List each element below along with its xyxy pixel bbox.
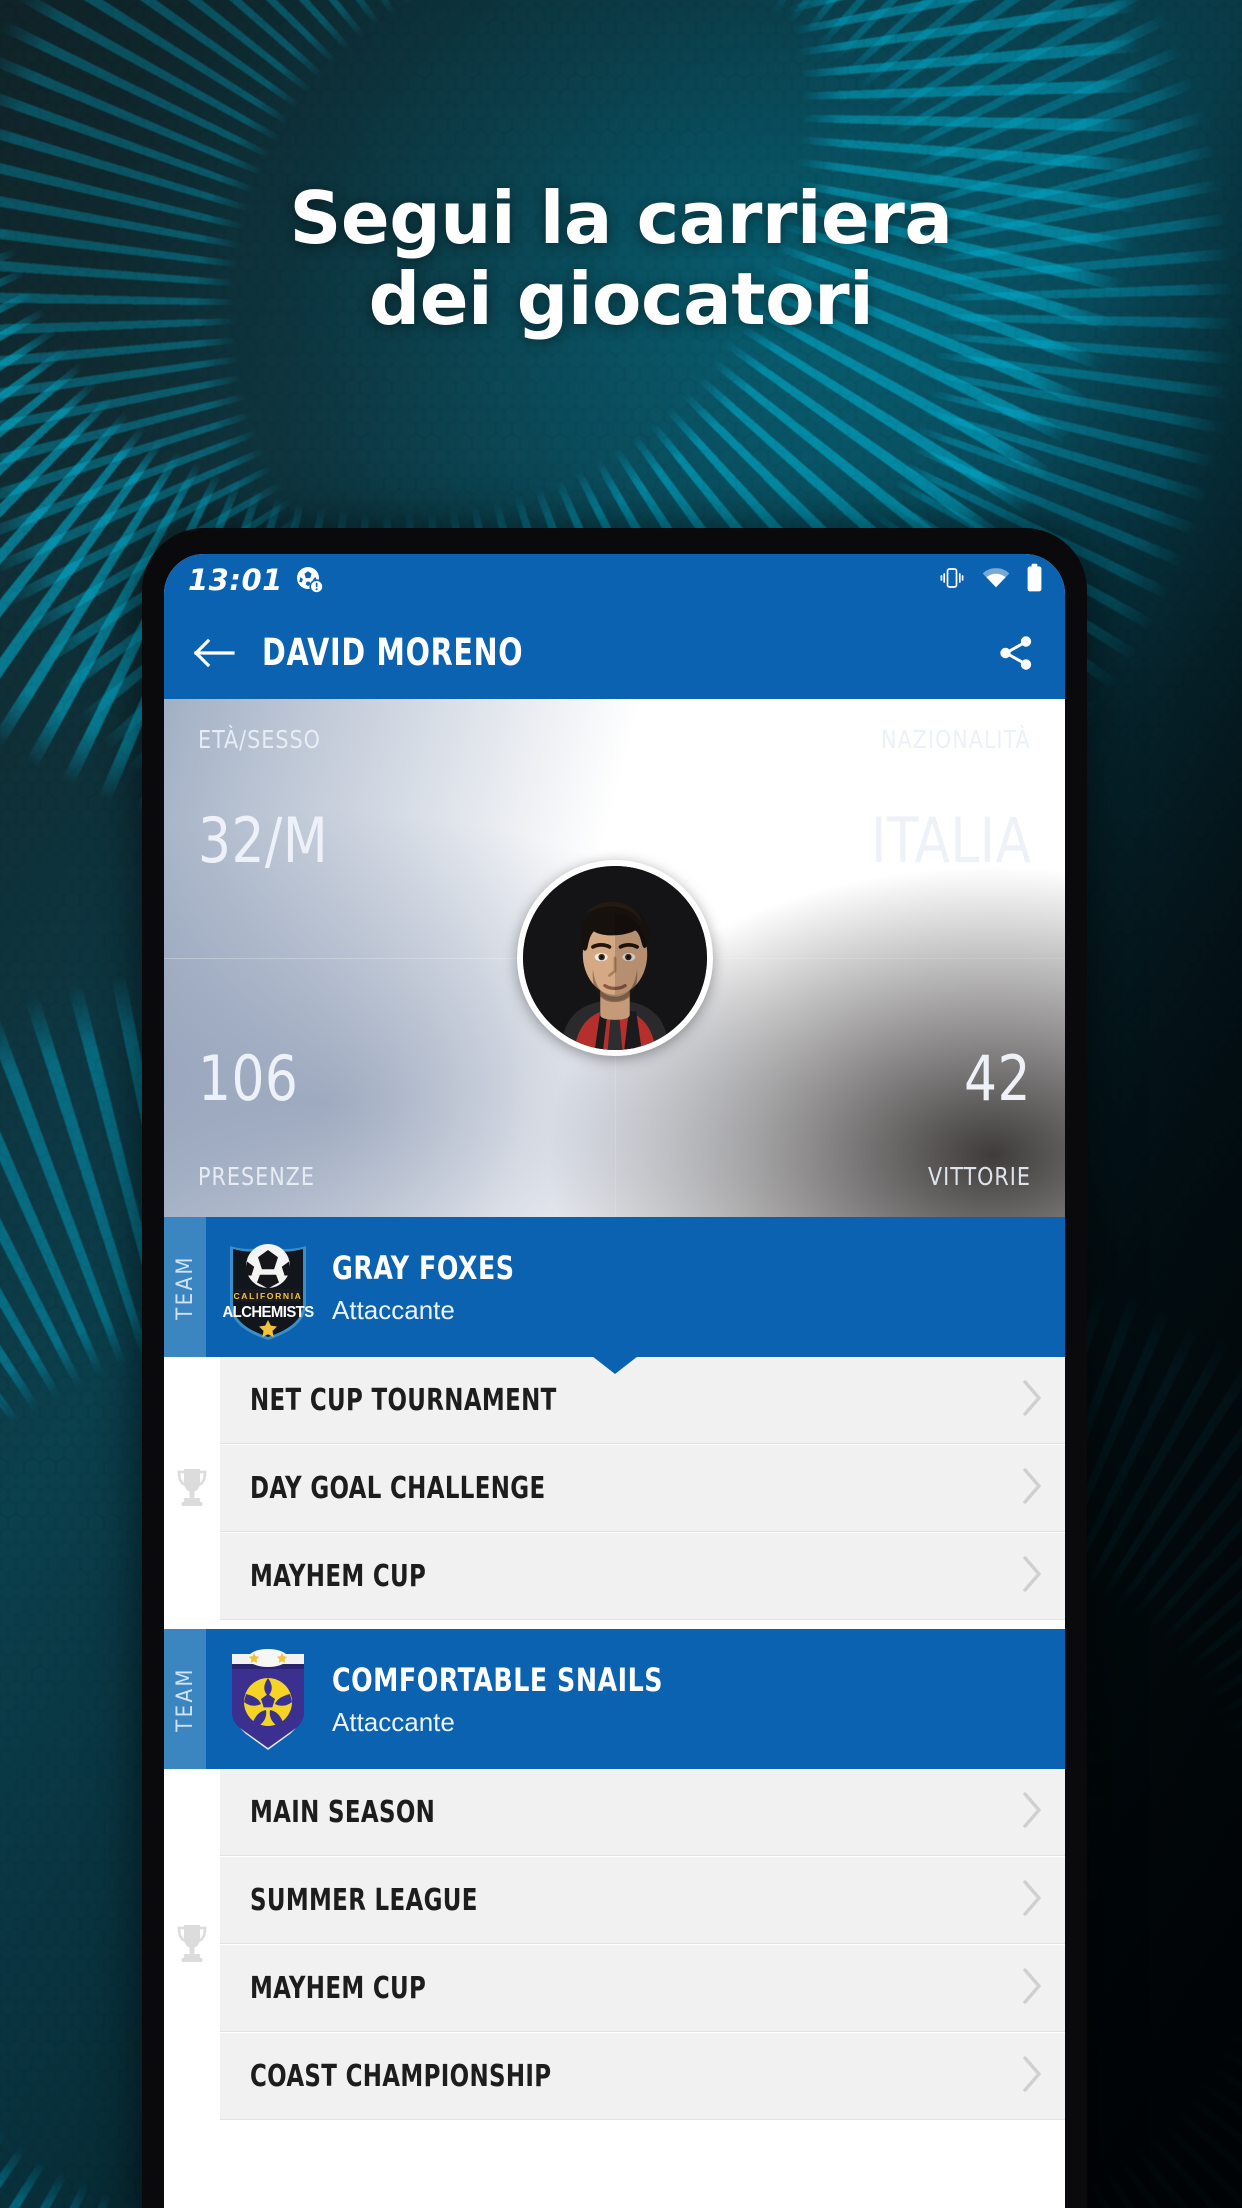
list-spacer-1 [164, 1621, 1065, 1629]
chevron-right-icon [1021, 2055, 1043, 2098]
tournament-rows-1: NET CUP TOURNAMENT DAY GOAL CHALLENGE MA… [220, 1357, 1065, 1621]
back-arrow-icon[interactable] [192, 631, 236, 675]
list-item[interactable]: DAY GOAL CHALLENGE [220, 1445, 1065, 1533]
stat-wins-value: 42 [964, 1042, 1031, 1115]
stat-appearances-value: 106 [198, 1042, 299, 1115]
status-bar: 13:01 [164, 554, 1065, 606]
headline-line-1: Segui la carriera [289, 176, 953, 260]
chevron-right-icon [1021, 1967, 1043, 2010]
team-strip-text-1: TEAM [172, 1254, 198, 1320]
stat-age-sex-label: ETÀ/SESSO [198, 725, 321, 754]
team-info-2: COMFORTABLE SNAILS Attaccante [332, 1629, 708, 1769]
status-bar-clock: 13:01 [188, 563, 283, 597]
list-item[interactable]: NET CUP TOURNAMENT [220, 1357, 1065, 1445]
trophy-gutter-2 [164, 1769, 220, 2121]
tournament-name: DAY GOAL CHALLENGE [250, 1471, 546, 1506]
vibrate-icon [938, 564, 966, 597]
trophy-icon [173, 1465, 211, 1514]
avatar[interactable] [516, 860, 713, 1056]
team-info-1: GRAY FOXES Attaccante [332, 1217, 539, 1357]
list-item[interactable]: COAST CHAMPIONSHIP [220, 2033, 1065, 2121]
app-bar: DAVID MORENO [164, 606, 1065, 699]
stat-nationality-value: ITALIA [870, 804, 1031, 877]
tournament-name: COAST CHAMPIONSHIP [250, 2059, 552, 2094]
promo-screenshot: Segui la carriera dei giocatori 13:01 DA… [0, 0, 1242, 2208]
stat-appearances-label: PRESENZE [198, 1162, 315, 1191]
team-header-gray-foxes[interactable]: TEAM CALIFORNIA ALCHEMISTS GRAY FOXES At… [164, 1217, 1065, 1374]
trophy-icon [173, 1921, 211, 1970]
team-selected-notch [591, 1356, 638, 1374]
stat-wins-label: VITTORIE [927, 1162, 1031, 1191]
headline-line-2: dei giocatori [368, 257, 874, 342]
chevron-right-icon [1021, 1467, 1043, 1510]
list-item[interactable]: MAYHEM CUP [220, 1533, 1065, 1621]
list-item[interactable]: SUMMER LEAGUE [220, 1857, 1065, 1945]
trophy-gutter-1 [164, 1357, 220, 1621]
tournament-name: MAYHEM CUP [250, 1559, 427, 1594]
team-name-1: GRAY FOXES [332, 1248, 515, 1287]
tournament-name: NET CUP TOURNAMENT [250, 1383, 557, 1418]
team-strip-text-2: TEAM [172, 1666, 198, 1732]
team-role-2: Attaccante [332, 1706, 455, 1737]
team-strip-label-1: TEAM [164, 1217, 206, 1357]
tournament-rows-2: MAIN SEASON SUMMER LEAGUE MAYHEM CUP COA… [220, 1769, 1065, 2121]
status-bar-icons [938, 563, 1043, 598]
california-alchemists-crest: CALIFORNIA ALCHEMISTS [220, 1217, 316, 1357]
tournament-name: MAIN SEASON [250, 1795, 436, 1830]
player-stats-hero: ETÀ/SESSO 32/M NAZIONALITÀ ITALIA 106 PR… [164, 699, 1065, 1217]
stat-age-sex-value: 32/M [198, 804, 329, 877]
wifi-icon [981, 566, 1011, 595]
chevron-right-icon [1021, 1379, 1043, 1422]
svg-text:CALIFORNIA: CALIFORNIA [234, 1291, 303, 1301]
list-item[interactable]: MAIN SEASON [220, 1769, 1065, 1857]
team-strip-label-2: TEAM [164, 1629, 206, 1769]
comfortable-snails-crest [220, 1629, 316, 1769]
tournament-name: MAYHEM CUP [250, 1971, 427, 2006]
stat-nationality-label: NAZIONALITÀ [881, 725, 1031, 754]
page-title: DAVID MORENO [262, 631, 524, 674]
promo-headline: Segui la carriera dei giocatori [0, 176, 1242, 342]
team-name-2: COMFORTABLE SNAILS [332, 1660, 664, 1699]
team-role-1: Attaccante [332, 1294, 455, 1325]
tournament-list-2: MAIN SEASON SUMMER LEAGUE MAYHEM CUP COA… [164, 1769, 1065, 2121]
battery-full-icon [1026, 563, 1043, 598]
list-item[interactable]: MAYHEM CUP [220, 1945, 1065, 2033]
chevron-right-icon [1021, 1555, 1043, 1598]
tournament-name: SUMMER LEAGUE [250, 1883, 478, 1918]
phone-mockup: 13:01 DAVID MORENO ETÀ/SESSO 32/M NAZION… [142, 528, 1087, 2208]
phone-screen: 13:01 DAVID MORENO ETÀ/SESSO 32/M NAZION… [164, 554, 1065, 2208]
chevron-right-icon [1021, 1879, 1043, 1922]
team-header-comfortable-snails[interactable]: TEAM COMFORTABLE SNAILS Attaccante [164, 1629, 1065, 1769]
svg-text:ALCHEMISTS: ALCHEMISTS [222, 1304, 313, 1322]
share-icon[interactable] [993, 630, 1039, 676]
chevron-right-icon [1021, 1791, 1043, 1834]
soccer-ball-alert-icon [295, 565, 325, 595]
tournament-list-1: NET CUP TOURNAMENT DAY GOAL CHALLENGE MA… [164, 1357, 1065, 1621]
